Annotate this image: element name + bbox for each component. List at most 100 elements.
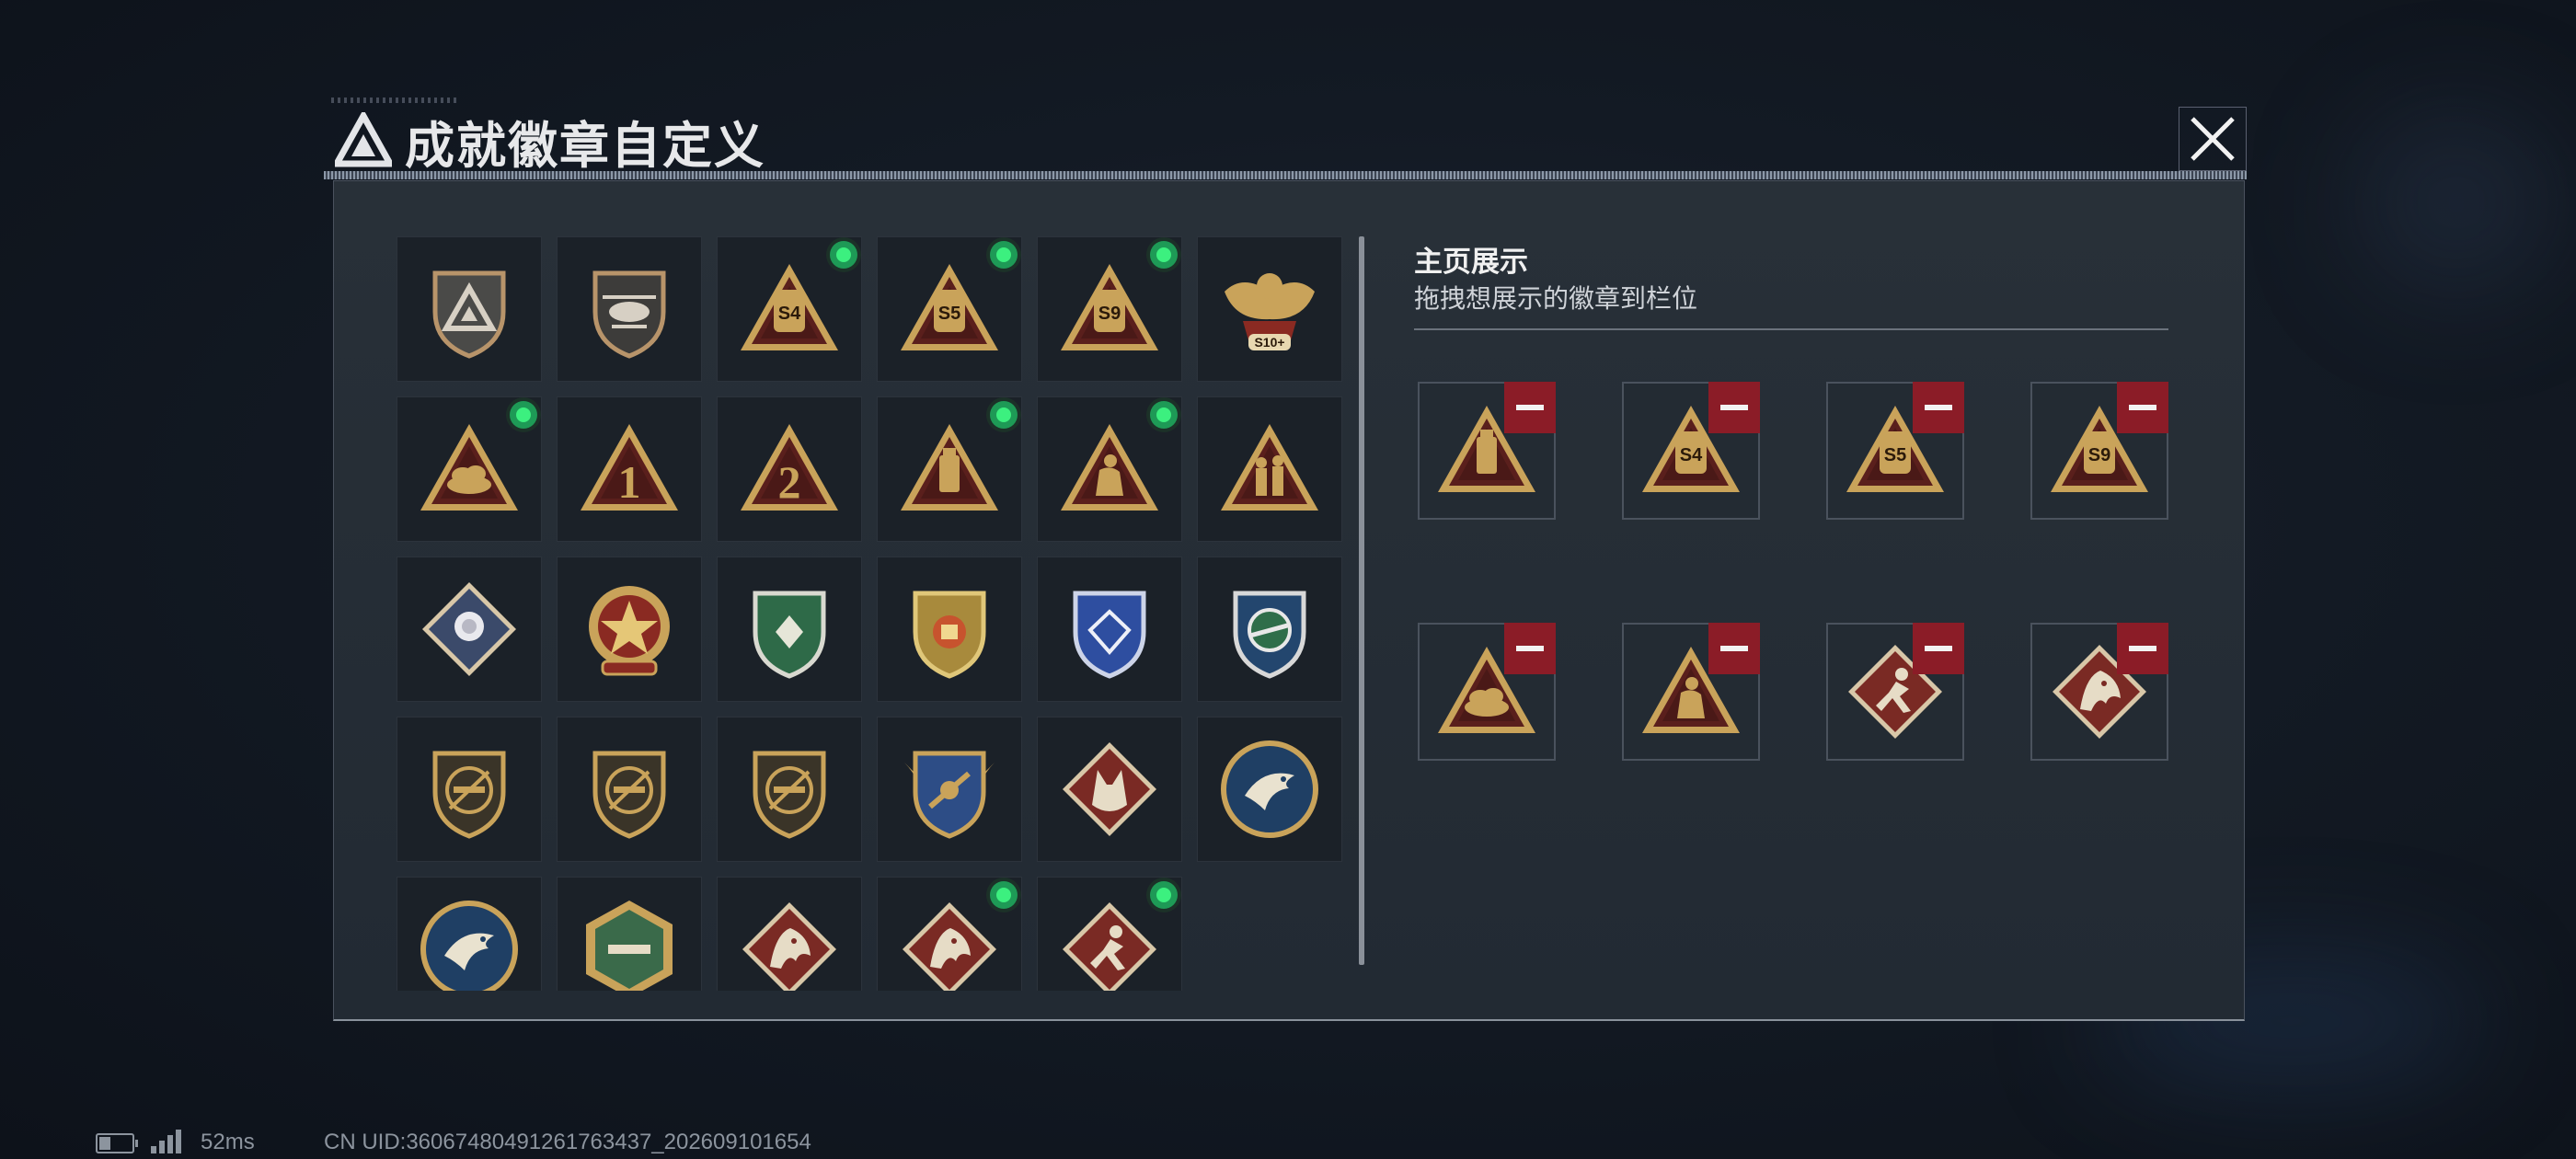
showcase-slot[interactable]: S4 bbox=[1622, 382, 1760, 520]
remove-badge-button[interactable] bbox=[1708, 382, 1760, 433]
new-indicator-dot bbox=[1150, 881, 1178, 909]
winged-gold-shield-badge-icon bbox=[904, 751, 995, 839]
number-one-triangle-badge-icon: 1 bbox=[581, 424, 678, 511]
white-rose-diamond-badge-icon bbox=[422, 582, 516, 676]
remove-badge-button[interactable] bbox=[1913, 382, 1964, 433]
usb-triangle-badge-icon bbox=[901, 424, 998, 511]
remove-badge-button[interactable] bbox=[1708, 623, 1760, 674]
badge-cell[interactable] bbox=[1197, 557, 1342, 702]
title-bar: 成就徽章自定义 bbox=[324, 96, 2247, 180]
svg-text:S5: S5 bbox=[1884, 445, 1906, 465]
page-title: 成就徽章自定义 bbox=[405, 119, 765, 174]
badge-cell[interactable] bbox=[1037, 717, 1182, 862]
new-indicator-dot bbox=[990, 401, 1018, 429]
runner-diamond-badge-icon bbox=[1063, 902, 1156, 991]
scrollbar[interactable] bbox=[1359, 236, 1364, 965]
badge-cell[interactable] bbox=[1037, 396, 1182, 542]
close-icon bbox=[2191, 117, 2235, 161]
showcase-slot[interactable] bbox=[1622, 623, 1760, 761]
gold-blue-shield-badge-icon bbox=[913, 591, 986, 679]
star-medal-badge-icon bbox=[589, 586, 670, 676]
badge-cell[interactable] bbox=[877, 396, 1022, 542]
latency-text: 52ms bbox=[201, 1130, 255, 1154]
showcase-slot[interactable]: S5 bbox=[1826, 382, 1964, 520]
showcase-title: 主页展示 bbox=[1414, 246, 1528, 278]
wolf-diamond-badge-icon bbox=[1063, 742, 1156, 836]
badge-cell[interactable] bbox=[397, 236, 542, 382]
new-indicator-dot bbox=[1150, 401, 1178, 429]
title-divider bbox=[324, 171, 2247, 179]
soldiers-triangle-badge-icon bbox=[1221, 424, 1318, 511]
badge-cell[interactable] bbox=[717, 557, 862, 702]
badge-cell[interactable] bbox=[877, 557, 1022, 702]
badge-cell[interactable] bbox=[557, 557, 702, 702]
badge-cell[interactable] bbox=[717, 717, 862, 862]
badge-cell[interactable]: S9 bbox=[1037, 236, 1182, 382]
green-shield-badge-icon bbox=[753, 591, 826, 679]
svg-text:S4: S4 bbox=[1680, 445, 1703, 465]
badge-cell[interactable] bbox=[397, 396, 542, 542]
badge-cell[interactable]: S4 bbox=[717, 236, 862, 382]
badge-cell[interactable] bbox=[1197, 396, 1342, 542]
showcase-slots: S4 S5 S9 bbox=[1418, 382, 2168, 761]
new-indicator-dot bbox=[510, 401, 537, 429]
remove-badge-button[interactable] bbox=[1504, 623, 1556, 674]
badge-cell[interactable]: 1 bbox=[557, 396, 702, 542]
sniper-slash-shield-badge-icon bbox=[753, 751, 826, 839]
crosshair-rifle-shield-badge-icon bbox=[1233, 591, 1306, 679]
showcase-slot[interactable] bbox=[1418, 382, 1556, 520]
crouching-figure-triangle-badge-icon bbox=[1061, 424, 1158, 511]
badge-cell[interactable]: 2 bbox=[717, 396, 862, 542]
signal-icon bbox=[151, 1130, 188, 1153]
svg-text:S4: S4 bbox=[778, 304, 801, 324]
badge-cell[interactable] bbox=[877, 717, 1022, 862]
new-indicator-dot bbox=[1150, 241, 1178, 269]
number-two-triangle-badge-icon: 2 bbox=[741, 424, 838, 511]
badge-grid: S4 S5 S9 S10+ 1 2 bbox=[397, 236, 1353, 991]
showcase-slot[interactable]: S9 bbox=[2030, 382, 2168, 520]
svg-text:S10+: S10+ bbox=[1254, 335, 1284, 350]
badge-cell[interactable] bbox=[1037, 557, 1182, 702]
showcase-slot[interactable] bbox=[1418, 623, 1556, 761]
badge-cell[interactable] bbox=[717, 877, 862, 991]
close-button[interactable] bbox=[2179, 107, 2247, 171]
blue-diamond-shield-badge-icon bbox=[1073, 591, 1146, 679]
eagle-circle-badge-icon bbox=[1221, 740, 1318, 838]
badge-cell[interactable] bbox=[1037, 877, 1182, 991]
badge-cell[interactable]: S5 bbox=[877, 236, 1022, 382]
badge-panel: S4 S5 S9 S10+ 1 2 主页展示 拖拽想展示的徽章到栏位 S4 S5… bbox=[333, 180, 2245, 1021]
eagle-s10-badge-icon: S10+ bbox=[1225, 273, 1315, 350]
badge-cell[interactable]: S10+ bbox=[1197, 236, 1342, 382]
uid-text: CN UID:36067480491261763437_202609101654 bbox=[324, 1130, 811, 1154]
title-decoration bbox=[331, 98, 460, 103]
badge-cell[interactable] bbox=[557, 717, 702, 862]
smg-slash-shield-badge-icon bbox=[432, 751, 506, 839]
badge-cell[interactable] bbox=[877, 877, 1022, 991]
remove-badge-button[interactable] bbox=[1913, 623, 1964, 674]
badge-cell[interactable] bbox=[557, 236, 702, 382]
badge-grid-viewport[interactable]: S4 S5 S9 S10+ 1 2 bbox=[397, 236, 1353, 991]
badge-cell[interactable] bbox=[397, 717, 542, 862]
svg-text:S9: S9 bbox=[1098, 304, 1121, 324]
empty-cell bbox=[1197, 877, 1342, 991]
svg-text:S5: S5 bbox=[938, 304, 960, 324]
remove-badge-button[interactable] bbox=[2117, 382, 2168, 433]
remove-badge-button[interactable] bbox=[2117, 623, 2168, 674]
showcase-slot[interactable] bbox=[2030, 623, 2168, 761]
new-indicator-dot bbox=[990, 881, 1018, 909]
showcase-slot[interactable] bbox=[1826, 623, 1964, 761]
badge-cell[interactable] bbox=[397, 557, 542, 702]
background-glow bbox=[2355, 110, 2558, 294]
badge-cell[interactable] bbox=[397, 877, 542, 991]
dragon-diamond-badge-icon bbox=[742, 902, 836, 991]
badge-cell[interactable] bbox=[557, 877, 702, 991]
green-hexagon-badge-icon bbox=[586, 901, 673, 991]
gold-pile-triangle-badge-icon bbox=[420, 424, 518, 511]
s9-triangle-badge-icon: S9 bbox=[1061, 264, 1158, 350]
new-indicator-dot bbox=[990, 241, 1018, 269]
shield-logo-badge-icon bbox=[432, 270, 506, 359]
s5-triangle-badge-icon: S5 bbox=[901, 264, 998, 350]
badge-cell[interactable] bbox=[1197, 717, 1342, 862]
remove-badge-button[interactable] bbox=[1504, 382, 1556, 433]
helicopter-shield-badge-icon bbox=[592, 270, 666, 359]
